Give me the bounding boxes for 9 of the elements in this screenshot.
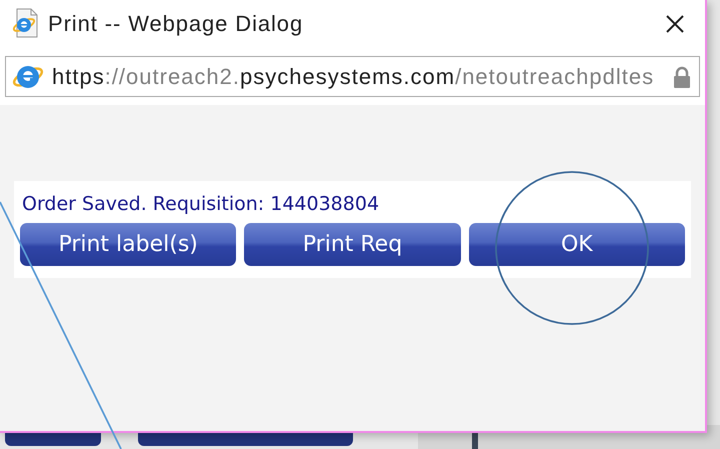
close-icon	[665, 14, 685, 34]
dialog-button[interactable]: Print Req	[244, 223, 461, 266]
dialog-button[interactable]: Print label(s)	[20, 223, 236, 266]
page-icon	[10, 7, 40, 39]
url-text: https://outreach2.psychesystems.com/netoutreachpdltes	[52, 63, 656, 91]
dialog-button[interactable]: OK	[468, 223, 685, 266]
status-message: Order Saved. Requisition: 144038804	[21, 192, 380, 217]
lock-icon	[673, 66, 691, 88]
window-title: Print -- Webpage Dialog	[48, 10, 304, 38]
